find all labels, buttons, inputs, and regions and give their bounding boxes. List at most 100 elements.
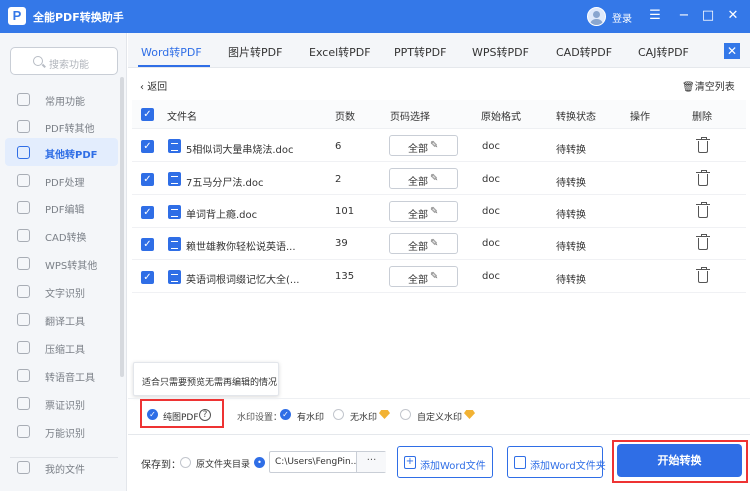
help-icon[interactable]: ? [199,409,211,421]
tab-word-to-pdf[interactable]: Word转PDF [141,44,202,60]
word-file-icon [168,139,181,153]
clear-list-button[interactable]: 🗑清空列表 [682,78,735,93]
row-checkbox[interactable]: ✓ [141,140,154,153]
page-range-value: 全部 [408,144,428,155]
word-file-icon [168,205,181,219]
delete-icon[interactable] [696,267,710,283]
file-name: 单词背上瘾.doc [186,210,258,221]
search-placeholder: 搜索功能 [49,60,89,71]
scan-icon [17,425,30,438]
sidebar-item-label: 其他转PDF [45,150,98,161]
tab-ppt-to-pdf[interactable]: PPT转PDF [394,44,446,60]
delete-icon[interactable] [696,234,710,250]
tab-wps-to-pdf[interactable]: WPS转PDF [472,44,529,60]
original-format: doc [482,238,500,249]
page-range-selector[interactable]: 全部 ✎ [389,233,458,254]
word-file-icon [168,237,181,251]
sidebar-item-my-files[interactable]: 我的文件 [5,453,118,481]
source-dir-radio[interactable] [180,457,191,468]
add-word-folder-button[interactable]: 添加Word文件夹 [507,446,606,478]
start-convert-button[interactable]: 开始转换 [617,444,742,477]
sidebar-item-ticket[interactable]: 票证识别 [5,389,118,417]
process-icon [17,174,30,187]
edit-icon: ✎ [430,140,439,151]
close-icon[interactable]: ✕ [725,8,741,24]
sidebar-item-pdf-process[interactable]: PDF处理 [5,166,118,194]
add-folder-icon [514,456,526,469]
sidebar-item-label: 文字识别 [45,289,85,300]
page-count: 101 [335,206,355,217]
page-range-value: 全部 [408,177,428,188]
pure-pdf-checkbox[interactable]: ✓ [147,409,158,420]
header-action: 操作 [630,112,650,123]
file-name: 赖世雄教你轻松说英语... [186,242,296,253]
page-count: 2 [335,174,342,185]
page-range-selector[interactable]: 全部 ✎ [389,201,458,222]
tab-cad-to-pdf[interactable]: CAD转PDF [556,44,612,60]
sidebar-item-compress[interactable]: 压缩工具 [5,333,118,361]
sidebar-item-other-to-pdf[interactable]: 其他转PDF [5,138,118,166]
select-all-checkbox[interactable]: ✓ [141,108,154,121]
search-input[interactable]: 搜索功能 [10,47,118,75]
header-pages: 页数 [335,112,355,123]
sidebar-item-label: 翻译工具 [45,317,85,328]
edit-icon: ✎ [430,271,439,282]
sidebar-item-scan[interactable]: 万能识别 [5,417,118,445]
add-word-file-button[interactable]: + 添加Word文件 [397,446,493,478]
original-format: doc [482,174,500,185]
convert-status: 待转换 [556,145,586,156]
sidebar-item-common[interactable]: 常用功能 [5,85,118,113]
page-range-value: 全部 [408,242,428,253]
maximize-icon[interactable]: □ [700,8,716,24]
sidebar-item-translate[interactable]: 翻译工具 [5,305,118,333]
browse-button[interactable]: ··· [356,452,386,472]
add-file-label: 添加Word文件 [420,461,486,472]
compress-icon [17,341,30,354]
cad-icon [17,229,30,242]
row-checkbox[interactable]: ✓ [141,271,154,284]
page-range-selector[interactable]: 全部 ✎ [389,135,458,156]
minimize-icon[interactable]: − [676,8,692,24]
tab-excel-to-pdf[interactable]: Excel转PDF [309,44,371,60]
output-path-field[interactable]: C:\Users\FengPin... ··· [269,451,386,473]
tab-image-to-pdf[interactable]: 图片转PDF [228,44,282,60]
row-checkbox[interactable]: ✓ [141,173,154,186]
sidebar-item-label: 压缩工具 [45,345,85,356]
delete-icon[interactable] [696,202,710,218]
row-checkbox[interactable]: ✓ [141,238,154,251]
custom-path-radio[interactable]: • [254,457,265,468]
sidebar-item-pdf-edit[interactable]: PDF编辑 [5,193,118,221]
page-range-selector[interactable]: 全部 ✎ [389,168,458,189]
watermark-off-radio[interactable] [333,409,344,420]
sidebar-item-wps[interactable]: WPS转其他 [5,249,118,277]
tab-caj-to-pdf[interactable]: CAJ转PDF [638,44,689,60]
page-range-selector[interactable]: 全部 ✎ [389,266,458,287]
sidebar-item-label: PDF转其他 [45,124,95,135]
back-button[interactable]: ‹ 返回 [140,78,167,93]
watermark-custom-radio[interactable] [400,409,411,420]
login-button[interactable]: 登录 [612,10,632,25]
clear-label: 清空列表 [694,82,735,93]
delete-icon[interactable] [696,170,710,186]
close-icon[interactable]: ✕ [724,43,740,59]
save-to-label: 保存到： [141,460,181,471]
avatar[interactable] [587,7,606,26]
row-checkbox[interactable]: ✓ [141,206,154,219]
watermark-on-label: 有水印 [297,413,325,423]
sidebar-item-cad[interactable]: CAD转换 [5,221,118,249]
convert-status: 待转换 [556,275,586,286]
sidebar-item-pdf-to-other[interactable]: PDF转其他 [5,112,118,140]
voice-icon [17,369,30,382]
sidebar-item-voice[interactable]: 转语音工具 [5,361,118,389]
delete-icon[interactable] [696,137,710,153]
watermark-on-radio[interactable]: ✓ [280,409,291,420]
ocr-icon [17,285,30,298]
sidebar-item-ocr[interactable]: 文字识别 [5,277,118,305]
original-format: doc [482,141,500,152]
menu-icon[interactable]: ☰ [647,8,663,24]
pure-pdf-tooltip: 适合只需要预览无需再编辑的情况 [133,362,279,396]
folder-icon [17,461,30,474]
translate-icon [17,313,30,326]
sidebar-scrollbar[interactable] [120,77,124,377]
file-name: 英语词根词缀记忆大全(... [186,275,300,286]
